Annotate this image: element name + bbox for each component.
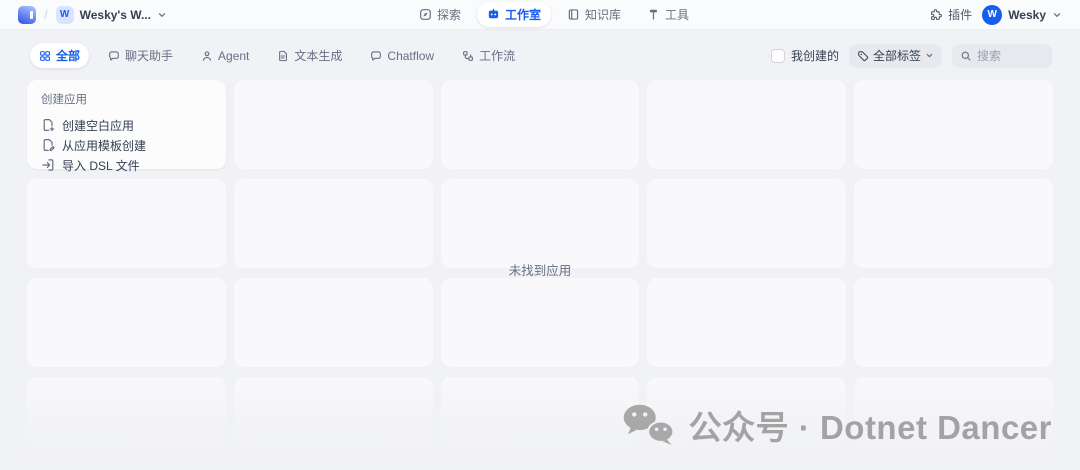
tag-filter-dropdown[interactable]: 全部标签 bbox=[848, 43, 942, 68]
create-item-label: 从应用模板创建 bbox=[62, 138, 147, 153]
app-card-placeholder bbox=[440, 80, 640, 169]
app-card-placeholder bbox=[854, 278, 1053, 367]
chevron-down-icon bbox=[157, 10, 167, 20]
create-app-card: 创建应用 创建空白应用 从应用模板创建 导入 DSL 文件 bbox=[27, 80, 226, 173]
chat-icon bbox=[108, 50, 120, 62]
main-nav: 探索 工作室 知识库 工具 bbox=[409, 0, 699, 29]
checkbox-icon bbox=[770, 48, 785, 63]
created-by-me-checkbox[interactable]: 我创建的 bbox=[770, 47, 839, 64]
create-item-label: 创建空白应用 bbox=[62, 118, 135, 133]
app-type-tabs: 全部 聊天助手 Agent 文本生成 Chatflow 工作流 bbox=[30, 43, 524, 68]
chevron-down-icon bbox=[925, 51, 934, 60]
file-import-icon bbox=[41, 158, 55, 172]
account-menu[interactable]: W Wesky bbox=[982, 4, 1062, 25]
app-card-placeholder bbox=[27, 278, 226, 367]
book-icon bbox=[567, 8, 580, 21]
tab-agent[interactable]: Agent bbox=[192, 45, 258, 67]
avatar: W bbox=[982, 4, 1003, 25]
tab-label: Chatflow bbox=[387, 48, 435, 63]
workflow-icon bbox=[462, 50, 474, 62]
top-navbar: / W Wesky's W... 探索 工作室 知识库 工具 插件 W Wesk… bbox=[0, 0, 1080, 30]
created-by-me-label: 我创建的 bbox=[790, 49, 839, 63]
app-card-placeholder bbox=[854, 80, 1053, 169]
file-template-icon bbox=[41, 138, 55, 152]
app-card-placeholder bbox=[233, 278, 433, 367]
agent-icon bbox=[201, 50, 213, 62]
nav-item-label: 工具 bbox=[665, 8, 690, 22]
create-from-template-button[interactable]: 从应用模板创建 bbox=[41, 135, 212, 155]
create-app-title: 创建应用 bbox=[41, 94, 87, 106]
app-card-placeholder bbox=[647, 278, 847, 367]
watermark: 公众号 · Dotnet Dancer bbox=[622, 401, 1052, 449]
file-plus-icon bbox=[41, 118, 55, 132]
breadcrumb-separator: / bbox=[44, 7, 48, 22]
import-dsl-button[interactable]: 导入 DSL 文件 bbox=[41, 155, 212, 175]
app-card-placeholder bbox=[647, 80, 847, 169]
app-card-placeholder bbox=[440, 278, 640, 367]
wechat-icon bbox=[622, 403, 676, 447]
search-box bbox=[952, 43, 1052, 68]
studio-toolbar: 全部 聊天助手 Agent 文本生成 Chatflow 工作流 我创建的 全部标… bbox=[0, 30, 1080, 68]
tab-chatflow[interactable]: Chatflow bbox=[361, 45, 443, 67]
plugins-label: 插件 bbox=[948, 8, 973, 22]
filter-controls: 我创建的 全部标签 bbox=[770, 43, 1052, 68]
chat-icon bbox=[370, 50, 382, 62]
puzzle-icon bbox=[930, 8, 943, 21]
doc-icon bbox=[277, 50, 289, 62]
app-card-placeholder bbox=[440, 377, 640, 466]
tab-label: 工作流 bbox=[479, 49, 516, 63]
user-name: Wesky bbox=[1008, 7, 1046, 22]
tab-label: 全部 bbox=[56, 49, 81, 63]
app-card-placeholder bbox=[233, 179, 433, 268]
create-item-label: 导入 DSL 文件 bbox=[62, 158, 140, 173]
workspace-name: Wesky's W... bbox=[79, 7, 151, 22]
tab-workflow[interactable]: 工作流 bbox=[453, 43, 524, 68]
tab-text-generation[interactable]: 文本生成 bbox=[268, 43, 351, 68]
workspace-switcher[interactable]: W Wesky's W... bbox=[55, 5, 167, 24]
watermark-text: 公众号 · Dotnet Dancer bbox=[688, 409, 1052, 446]
app-logo[interactable] bbox=[18, 5, 36, 24]
tab-chat-assistant[interactable]: 聊天助手 bbox=[99, 43, 182, 68]
tag-filter-label: 全部标签 bbox=[872, 49, 921, 63]
header-right: 插件 W Wesky bbox=[930, 4, 1062, 25]
search-icon bbox=[960, 50, 972, 62]
app-card-placeholder bbox=[647, 179, 847, 268]
tab-label: 聊天助手 bbox=[125, 49, 174, 63]
nav-item-tools[interactable]: 工具 bbox=[637, 2, 699, 27]
app-card-placeholder bbox=[27, 179, 226, 268]
nav-item-knowledge[interactable]: 知识库 bbox=[557, 2, 631, 27]
app-card-placeholder bbox=[233, 377, 433, 466]
app-card-placeholder bbox=[854, 179, 1053, 268]
search-input[interactable] bbox=[977, 48, 1045, 63]
robot-icon bbox=[487, 8, 500, 21]
nav-item-label: 探索 bbox=[436, 8, 461, 22]
create-blank-app-button[interactable]: 创建空白应用 bbox=[41, 115, 212, 135]
plugins-button[interactable]: 插件 bbox=[930, 6, 972, 23]
app-card-placeholder bbox=[27, 377, 226, 466]
compass-icon bbox=[419, 8, 432, 21]
app-card-placeholder bbox=[440, 179, 640, 268]
nav-item-explore[interactable]: 探索 bbox=[409, 2, 471, 27]
hammer-icon bbox=[647, 8, 660, 21]
app-card-placeholder bbox=[233, 80, 433, 169]
nav-item-studio[interactable]: 工作室 bbox=[476, 2, 551, 27]
grid-icon bbox=[39, 50, 51, 62]
tab-label: 文本生成 bbox=[294, 49, 343, 63]
tab-label: Agent bbox=[218, 48, 250, 63]
chevron-down-icon bbox=[1052, 10, 1062, 20]
nav-item-label: 工作室 bbox=[504, 8, 541, 22]
tag-icon bbox=[857, 50, 869, 62]
tab-all[interactable]: 全部 bbox=[30, 43, 90, 68]
nav-item-label: 知识库 bbox=[585, 8, 622, 22]
workspace-badge: W bbox=[55, 5, 74, 24]
